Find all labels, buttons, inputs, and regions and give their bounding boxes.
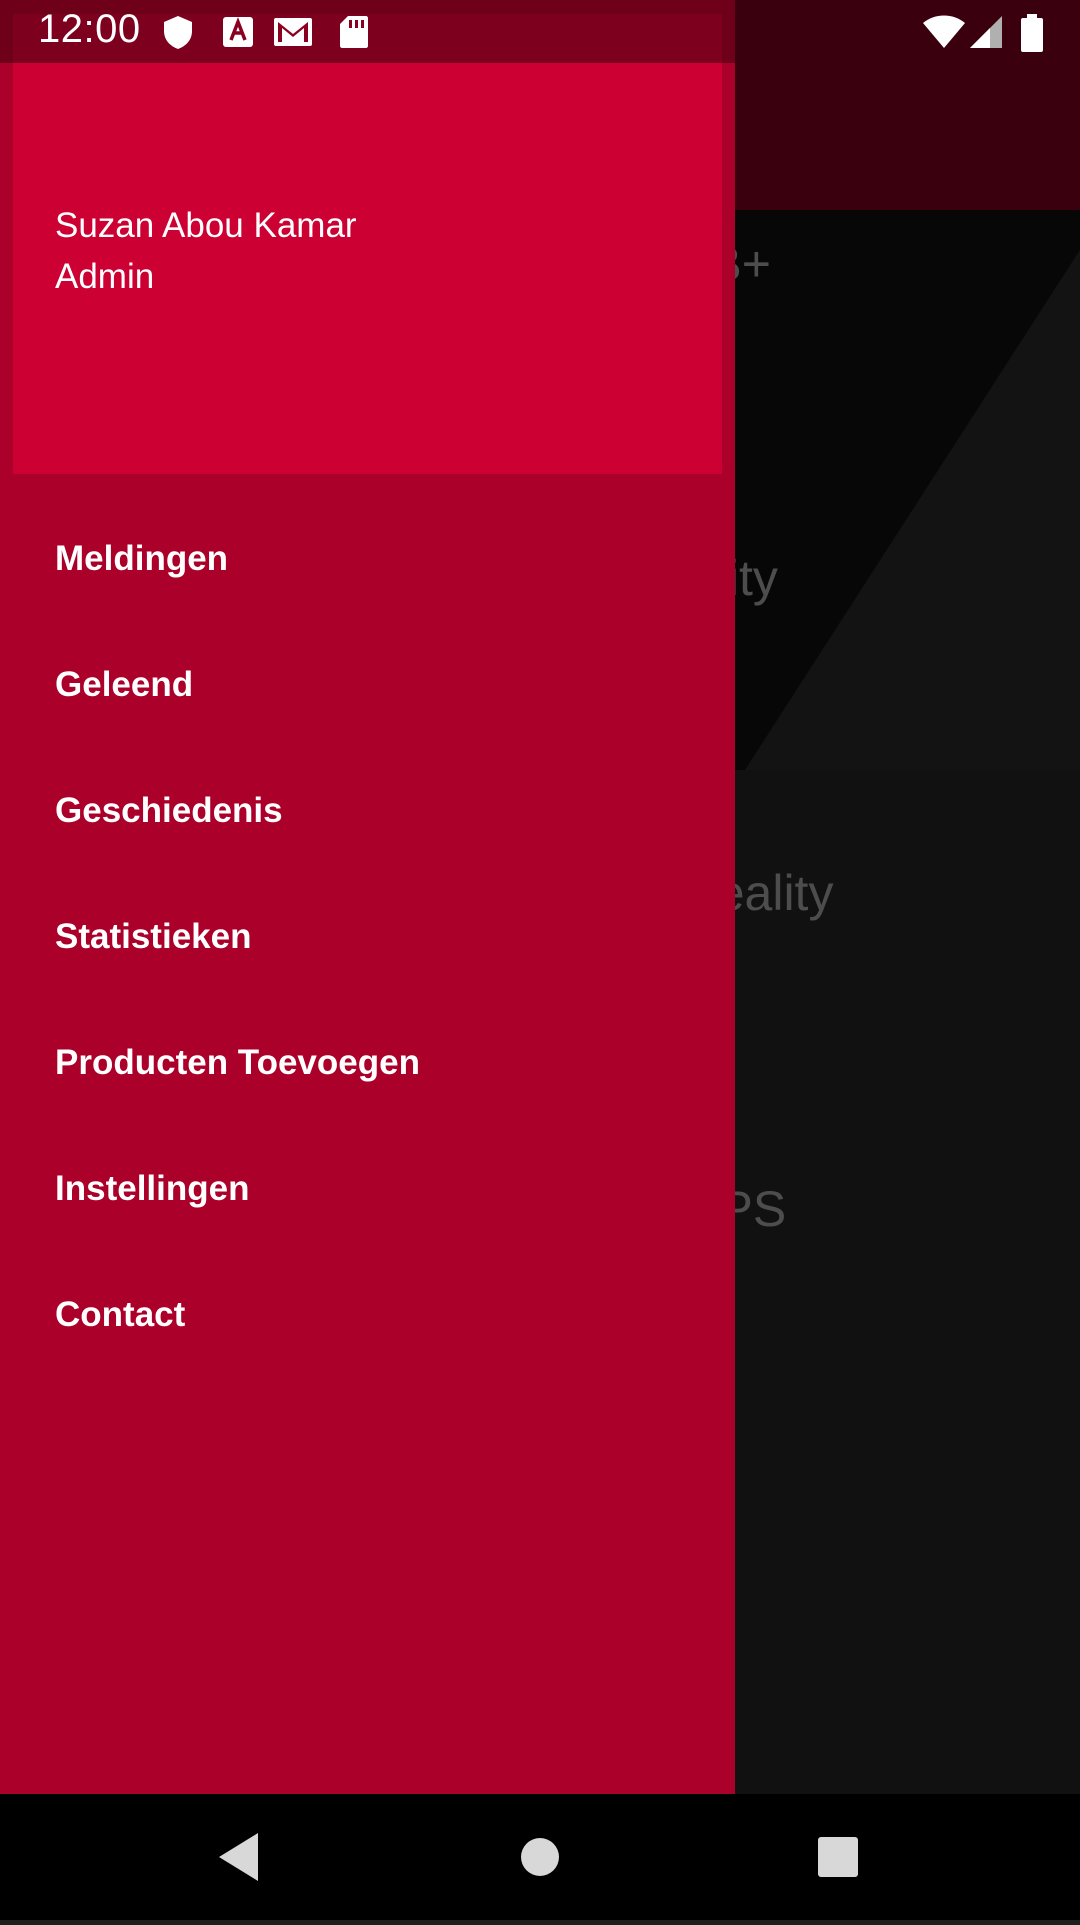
menu-item-instellingen[interactable]: Instellingen <box>0 1126 735 1252</box>
recents-icon <box>818 1837 858 1877</box>
user-name: Suzan Abou Kamar <box>55 206 357 245</box>
mail-icon <box>274 18 312 46</box>
home-button[interactable] <box>477 1794 603 1920</box>
home-icon <box>521 1838 559 1876</box>
menu-item-geleend[interactable]: Geleend <box>0 622 735 748</box>
system-navigation-bar <box>0 1794 1080 1920</box>
menu-item-statistieken[interactable]: Statistieken <box>0 874 735 1000</box>
battery-icon <box>1021 14 1043 52</box>
menu-item-producten-toevoegen[interactable]: Producten Toevoegen <box>0 1000 735 1126</box>
recents-button[interactable] <box>775 1794 901 1920</box>
cell-signal-icon <box>970 16 1002 48</box>
status-time: 12:00 <box>38 7 141 51</box>
navigation-drawer: Suzan Abou Kamar Admin Meldingen Geleend… <box>0 0 735 1794</box>
menu-item-geschiedenis[interactable]: Geschiedenis <box>0 748 735 874</box>
back-button[interactable] <box>176 1794 302 1920</box>
menu-item-contact[interactable]: Contact <box>0 1252 735 1378</box>
menu-item-meldingen[interactable]: Meldingen <box>0 496 735 622</box>
status-bar: 12:00 <box>0 0 1080 63</box>
font-a-icon <box>223 17 253 47</box>
sd-card-icon <box>340 16 368 48</box>
back-icon <box>219 1833 258 1881</box>
drawer-menu: Meldingen Geleend Geschiedenis Statistie… <box>0 496 735 1378</box>
user-role: Admin <box>55 257 155 296</box>
shield-icon <box>164 16 192 49</box>
wifi-icon <box>923 15 965 48</box>
drawer-header: Suzan Abou Kamar Admin <box>13 14 722 474</box>
